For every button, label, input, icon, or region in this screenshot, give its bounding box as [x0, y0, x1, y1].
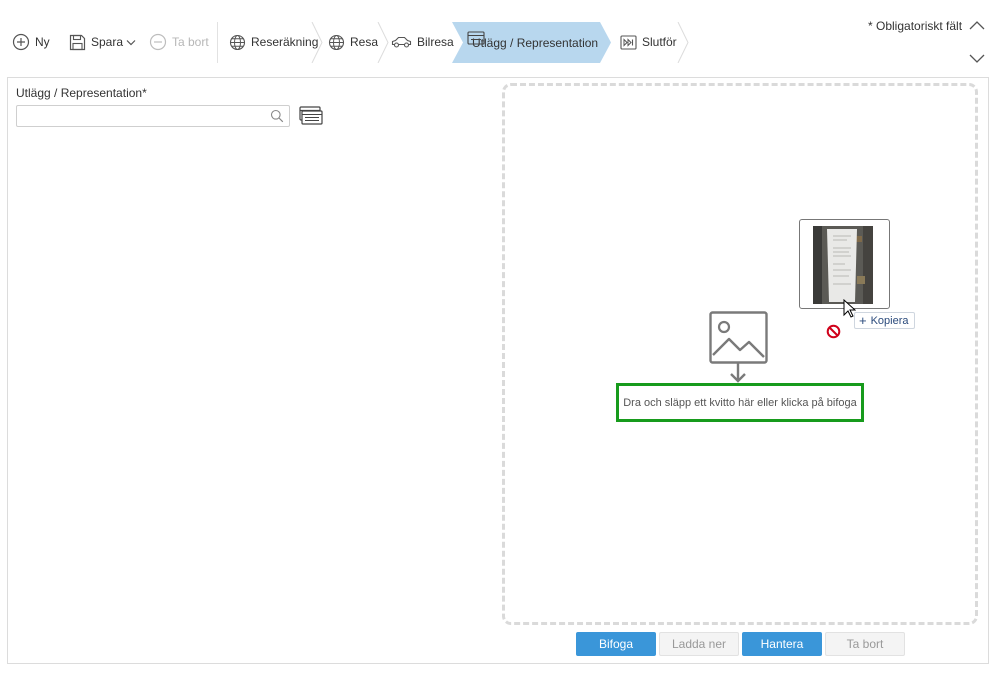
- floppy-disk-icon: [69, 34, 86, 51]
- step-finish[interactable]: Slutför: [620, 30, 677, 54]
- car-icon: [391, 35, 412, 49]
- step-label-car-trip: Bilresa: [417, 35, 454, 49]
- expense-search-field[interactable]: [16, 105, 290, 127]
- expense-search-input[interactable]: [17, 106, 263, 126]
- step-label-trip: Resa: [350, 35, 379, 49]
- skip-forward-icon: [620, 34, 637, 50]
- plus-circle-icon: [12, 33, 30, 51]
- attach-button[interactable]: Bifoga: [576, 632, 656, 656]
- globe-icon: [229, 34, 246, 51]
- no-drop-icon: [826, 324, 841, 344]
- image-arrow-down-icon: [709, 311, 769, 390]
- step-label-expense-report: Reseräkning: [251, 35, 319, 49]
- step-separator: [311, 22, 323, 63]
- download-button[interactable]: Ladda ner: [659, 632, 739, 656]
- delete-label: Ta bort: [172, 35, 209, 49]
- drop-instructions-text: Dra och släpp ett kvitto här eller klick…: [623, 396, 857, 409]
- delete-attachment-button[interactable]: Ta bort: [825, 632, 905, 656]
- save-label: Spara: [91, 35, 124, 49]
- receipt-photo: [813, 226, 873, 304]
- drop-instructions[interactable]: Dra och släpp ett kvitto här eller klick…: [616, 383, 864, 422]
- chevron-down-icon[interactable]: [968, 51, 986, 65]
- expense-field-label: Utlägg / Representation*: [16, 86, 147, 100]
- manage-button[interactable]: Hantera: [742, 632, 822, 656]
- new-label: Ny: [35, 35, 50, 49]
- toolbar-divider: [217, 22, 218, 63]
- plus-icon: +: [859, 313, 867, 328]
- step-separator: [377, 22, 389, 63]
- delete-button[interactable]: Ta bort: [149, 30, 209, 54]
- required-field-note: * Obligatoriskt fält: [868, 19, 963, 33]
- step-label-expenses: Utlägg / Representation: [472, 36, 599, 50]
- search-icon[interactable]: [270, 109, 284, 128]
- copy-drag-tooltip: + Kopiera: [854, 312, 915, 329]
- card-stack-icon[interactable]: [299, 106, 324, 131]
- globe-icon: [328, 34, 345, 51]
- save-button[interactable]: Spara: [69, 30, 136, 54]
- dragged-receipt-thumbnail: [799, 219, 890, 309]
- copy-tooltip-label: Kopiera: [870, 314, 909, 327]
- toolbar: Ny Spara Ta bort Reseräkning Resa Bilres…: [0, 0, 999, 82]
- new-button[interactable]: Ny: [12, 30, 50, 54]
- minus-circle-icon: [149, 33, 167, 51]
- step-label-finish: Slutför: [642, 35, 677, 49]
- chevron-down-icon[interactable]: [126, 39, 136, 46]
- active-step-content: Utlägg / Representation: [467, 31, 598, 55]
- step-car-trip[interactable]: Bilresa: [391, 30, 454, 54]
- step-trip[interactable]: Resa: [328, 30, 378, 54]
- step-expenses[interactable]: Utlägg / Representation: [452, 22, 612, 63]
- step-separator: [677, 22, 689, 63]
- step-expense-report[interactable]: Reseräkning: [229, 30, 318, 54]
- chevron-up-icon[interactable]: [968, 19, 986, 33]
